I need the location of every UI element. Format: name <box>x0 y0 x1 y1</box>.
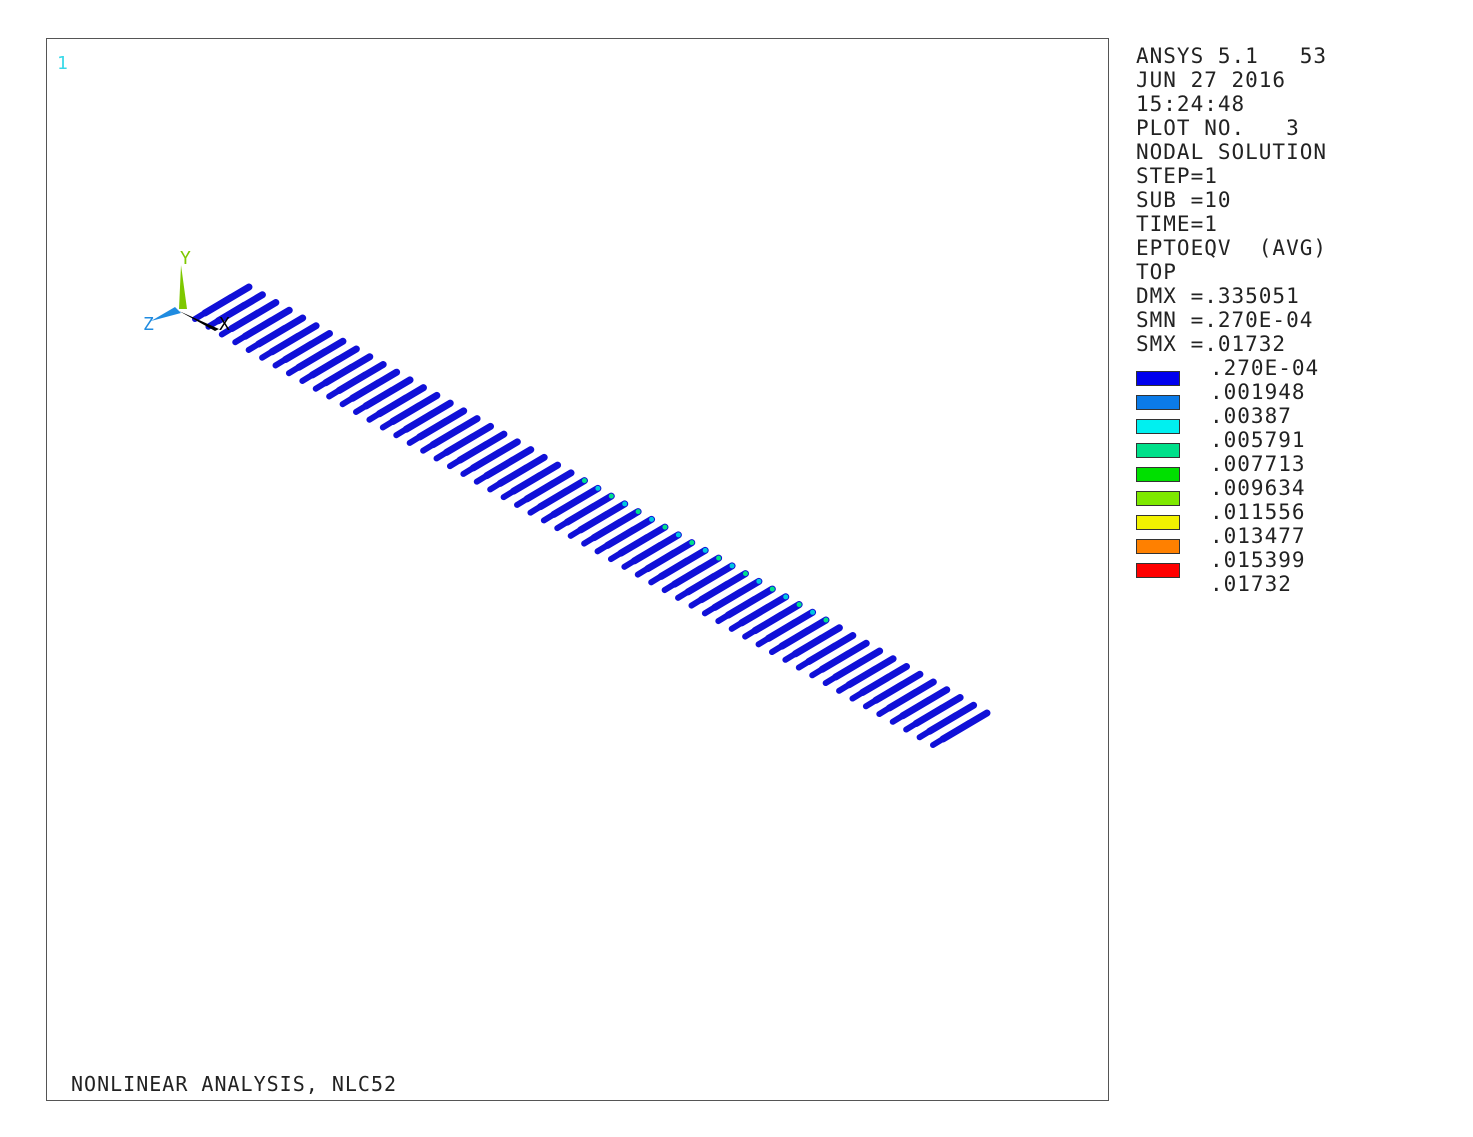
info-line: 15:24:48 <box>1136 92 1246 116</box>
legend-swatch <box>1136 371 1180 386</box>
legend-swatch <box>1136 563 1180 578</box>
legend-value: .011556 <box>1210 500 1306 524</box>
element-tip <box>702 547 708 553</box>
legend-swatch <box>1136 395 1180 410</box>
info-line: STEP=1 <box>1136 164 1218 188</box>
element-tip <box>675 532 681 538</box>
info-line: SMX =.01732 <box>1136 332 1287 356</box>
info-line: SUB =10 <box>1136 188 1232 212</box>
element-tip <box>769 586 775 592</box>
info-line: PLOT NO. 3 <box>1136 116 1300 140</box>
legend-swatch <box>1136 467 1180 482</box>
element-tip <box>622 501 628 507</box>
plot-title: NONLINEAR ANALYSIS, NLC52 <box>71 1072 398 1096</box>
graphics-window: 1 Y Z X NONLINEAR ANALYSIS, NLC52 <box>46 38 1109 1101</box>
element-tip <box>581 478 587 484</box>
info-line: NODAL SOLUTION <box>1136 140 1328 164</box>
legend-value: .007713 <box>1210 452 1306 476</box>
legend-value: .00387 <box>1210 404 1292 428</box>
element-tip <box>716 555 722 561</box>
legend-swatch <box>1136 419 1180 434</box>
legend-value: .013477 <box>1210 524 1306 548</box>
info-line: EPTOEQV (AVG) <box>1136 236 1328 260</box>
info-line: JUN 27 2016 <box>1136 68 1287 92</box>
legend-value: .015399 <box>1210 548 1306 572</box>
triad-z-label: Z <box>143 314 154 335</box>
element-tip <box>608 493 614 499</box>
triad-y-label: Y <box>180 248 191 269</box>
element-tip <box>729 563 735 569</box>
info-line: SMN =.270E-04 <box>1136 308 1314 332</box>
model-view: Y Z X <box>143 248 991 748</box>
element-tip <box>756 578 762 584</box>
legend-value: .009634 <box>1210 476 1306 500</box>
element-tip <box>649 516 655 522</box>
element-tip <box>810 609 816 615</box>
legend-value: .01732 <box>1210 572 1292 596</box>
triad-y-axis <box>179 265 187 309</box>
info-line: TOP <box>1136 260 1177 284</box>
legend-value: .005791 <box>1210 428 1306 452</box>
element-tip <box>635 509 641 515</box>
triad-x-label: X <box>219 314 230 335</box>
beam-model <box>192 283 991 748</box>
legend-swatch <box>1136 443 1180 458</box>
element-tip <box>662 524 668 530</box>
triad-z-axis <box>151 307 181 321</box>
info-line: ANSYS 5.1 53 <box>1136 44 1328 68</box>
legend-value: .001948 <box>1210 380 1306 404</box>
element-tip <box>823 617 829 623</box>
element-tip <box>595 485 601 491</box>
legend-swatch <box>1136 491 1180 506</box>
element-tip <box>796 602 802 608</box>
legend-swatch <box>1136 515 1180 530</box>
info-line: TIME=1 <box>1136 212 1218 236</box>
element-tip <box>742 571 748 577</box>
element-tip <box>689 540 695 546</box>
element-tip <box>783 594 789 600</box>
info-line: DMX =.335051 <box>1136 284 1300 308</box>
legend-value: .270E-04 <box>1210 356 1320 380</box>
plot-info-panel: ANSYS 5.1 53 JUN 27 2016 15:24:48 PLOT NO. … <box>1136 44 1327 356</box>
legend-swatch <box>1136 539 1180 554</box>
